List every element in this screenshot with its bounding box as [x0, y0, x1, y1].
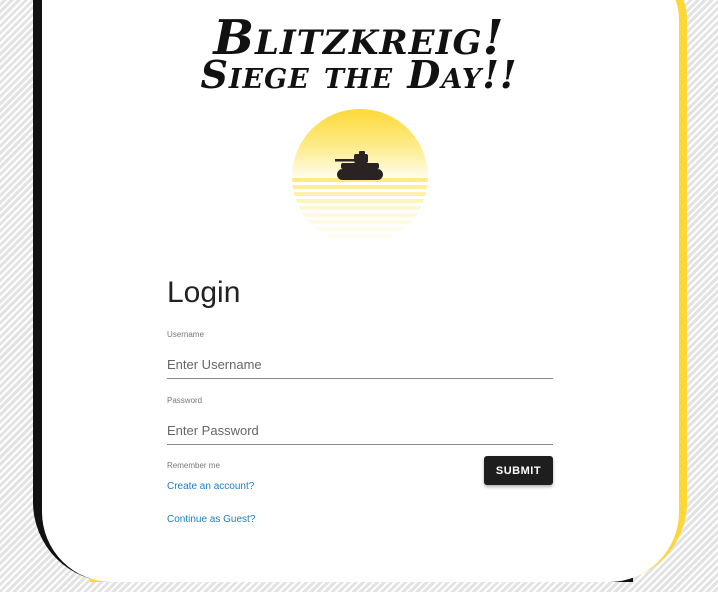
guest-link[interactable]: Continue as Guest? — [167, 514, 255, 525]
create-account-link[interactable]: Create an account? — [167, 481, 254, 492]
tank-sunset-logo — [292, 109, 428, 238]
password-input[interactable] — [167, 416, 553, 445]
username-label: Username — [167, 330, 204, 339]
page-subtitle: Siege the Day!! — [200, 52, 518, 97]
password-label: Password — [167, 396, 203, 405]
remember-me-label: Remember me — [167, 461, 220, 470]
username-input[interactable] — [167, 350, 553, 379]
submit-button[interactable]: SUBMIT — [484, 456, 553, 485]
login-heading: Login — [167, 276, 241, 309]
